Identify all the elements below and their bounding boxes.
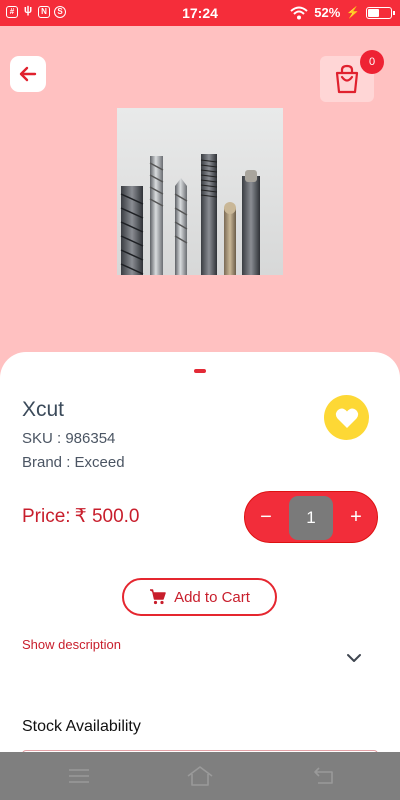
menu-nav-button[interactable]	[66, 764, 92, 788]
menu-icon	[69, 769, 89, 783]
add-to-cart-label: Add to Cart	[174, 588, 250, 606]
chevron-down-icon[interactable]	[344, 648, 364, 668]
battery-icon	[366, 6, 395, 19]
arrow-left-icon	[19, 66, 37, 82]
heart-icon	[335, 408, 358, 428]
show-description-link[interactable]: Show description	[22, 637, 121, 652]
product-image	[117, 108, 283, 275]
quantity-value[interactable]: 1	[289, 496, 333, 540]
price-label: Price:	[22, 506, 71, 527]
cart-icon	[150, 589, 166, 605]
system-nav-bar	[0, 752, 400, 800]
battery-percent: 52%	[314, 5, 341, 20]
cart-count-badge: 0	[360, 50, 384, 74]
product-price: Price: ₹ 500.0	[22, 505, 140, 528]
product-brand: Brand : Exceed	[22, 454, 125, 471]
price-value: ₹ 500.0	[74, 506, 140, 527]
charging-icon: ⚡	[346, 7, 360, 19]
shopping-bag-icon	[335, 64, 359, 94]
increase-quantity-button[interactable]: +	[343, 504, 369, 530]
sheet-handle[interactable]	[194, 369, 206, 373]
product-sku: SKU : 986354	[22, 430, 116, 447]
home-icon	[187, 766, 213, 786]
return-icon	[314, 767, 333, 784]
stock-availability-title: Stock Availability	[22, 718, 141, 735]
product-tools-illustration	[120, 154, 260, 275]
home-nav-button[interactable]	[187, 764, 213, 788]
quantity-stepper: − 1 +	[244, 491, 378, 543]
favorite-button[interactable]	[324, 395, 369, 440]
status-bar: # ψ N S 17:24 52% ⚡	[0, 0, 400, 26]
add-to-cart-button[interactable]: Add to Cart	[122, 578, 277, 616]
product-name: Xcut	[22, 398, 65, 421]
back-nav-button[interactable]	[310, 764, 336, 788]
status-right: 52% ⚡	[290, 5, 395, 20]
back-button[interactable]	[10, 56, 46, 92]
wifi-icon	[290, 6, 308, 19]
decrease-quantity-button[interactable]: −	[253, 504, 279, 530]
